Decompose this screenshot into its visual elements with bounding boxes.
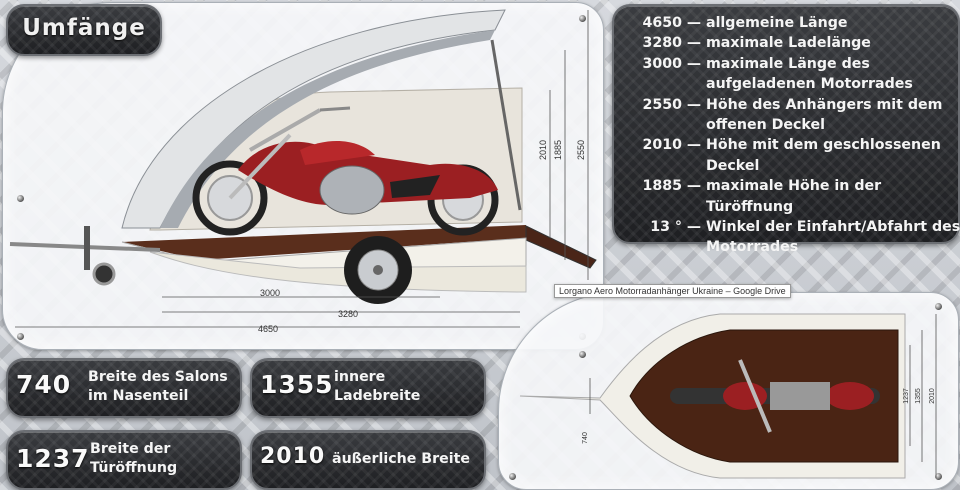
spec-row: 2010— Höhe mit dem geschlossenen Deckel [642, 137, 941, 174]
spec-row: 1885— maximale Höhe in der Türöffnung [642, 178, 882, 215]
stat-label: Breite des Salons im Nasenteil [88, 369, 228, 404]
stat-value: 1355 [260, 370, 334, 399]
spec-plate: 4650— allgemeine Länge 3280— maximale Lade… [612, 4, 960, 255]
page-title: Umfänge [22, 15, 146, 41]
dim-1355: 1355 [915, 388, 922, 404]
spec-row: 4650— allgemeine Länge [642, 15, 848, 31]
stat-label: innere Ladebreite [334, 369, 421, 404]
dim-740: 740 [582, 432, 589, 444]
stat-plate: 1237 Breite der Türöffnung [6, 430, 242, 490]
stat-value: 1237 [16, 444, 90, 473]
dim-2010-width: 2010 [929, 388, 936, 404]
dim-1237: 1237 [903, 388, 910, 404]
stat-label: äußerliche Breite [332, 451, 470, 467]
stat-value: 2010 [260, 444, 326, 469]
spec-row: 2550— Höhe des Anhängers mit dem offenen … [642, 96, 943, 134]
stat-plate: 740 Breite des Salons im Nasenteil [6, 358, 242, 418]
stat-plate: 2010 äußerliche Breite [250, 430, 486, 490]
stat-label: Breite der Türöffnung [90, 441, 178, 476]
spec-list: 4650— allgemeine Länge 3280— maximale Lade… [626, 13, 960, 258]
stat-plate: 1355 innere Ladebreite [250, 358, 486, 418]
spec-row: 13 ° — Winkel der Einfahrt/Abfahrt des Mot… [650, 219, 960, 256]
title-plate: Umfänge [6, 4, 162, 56]
link-tooltip: Lorgano Aero Motorradanhänger Ukraine – … [554, 284, 791, 298]
stat-value: 740 [16, 370, 72, 399]
spec-row: 3280— maximale Ladelänge [642, 35, 871, 52]
spec-row: 3000— maximale Länge des aufgeladenen Mot… [642, 55, 913, 93]
